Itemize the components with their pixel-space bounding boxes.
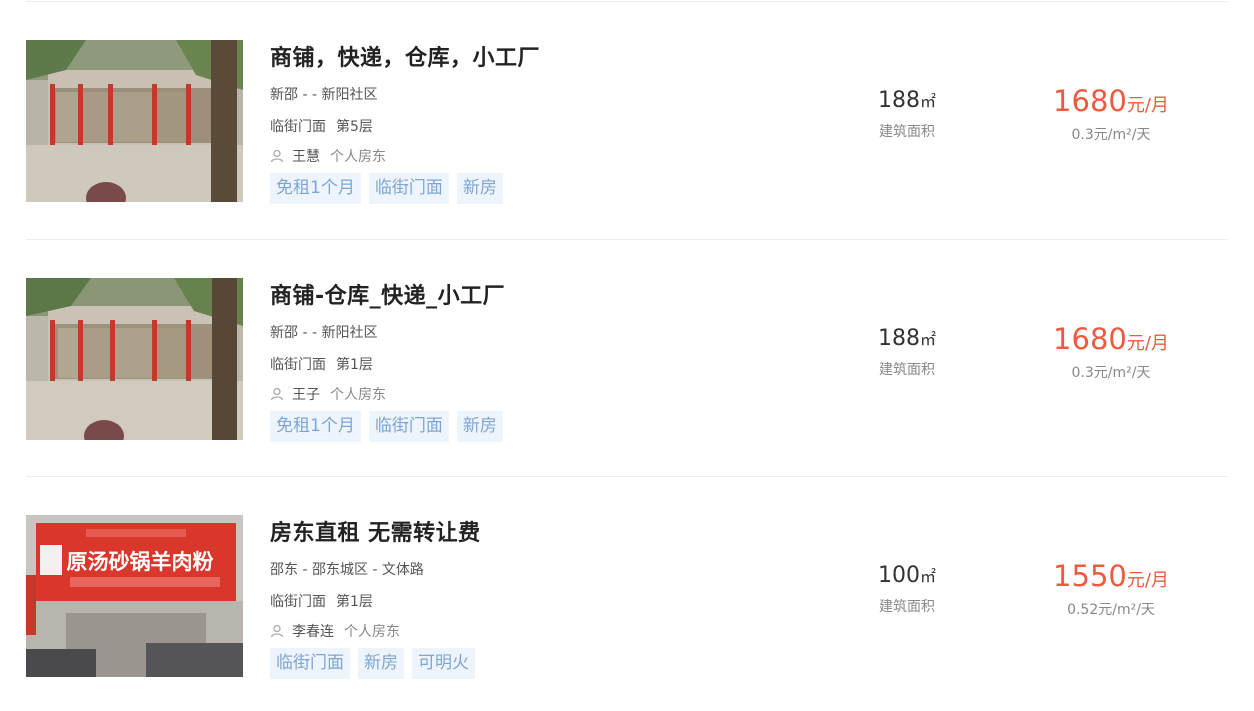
shop-type: 临街门面 (270, 357, 326, 373)
price-number: 1680 (1053, 84, 1127, 118)
listing-title[interactable]: 商铺，快递，仓库，小工厂 (270, 40, 540, 72)
listing-item[interactable]: 商铺-仓库_快递_小工厂 新邵 - - 新阳社区 临街门面 第1层 王子 个人房东… (26, 278, 1227, 442)
listing-location: 新邵 - - 新阳社区 (270, 325, 378, 341)
price-box: 1680元/月 0.3元/m²/天 (1026, 84, 1196, 144)
landlord-name: 李春连 (292, 624, 334, 640)
listing-photo[interactable] (26, 278, 243, 440)
tag: 免租1个月 (270, 173, 361, 204)
landlord-info: 李春连 个人房东 (270, 621, 400, 641)
listing-location: 新邵 - - 新阳社区 (270, 87, 378, 103)
divider (26, 476, 1227, 477)
listing-title[interactable]: 商铺-仓库_快递_小工厂 (270, 278, 505, 310)
listing-item[interactable]: 商铺，快递，仓库，小工厂 新邵 - - 新阳社区 临街门面 第5层 王慧 个人房东… (26, 40, 1227, 204)
floor: 第1层 (336, 357, 373, 373)
tag: 临街门面 (368, 411, 449, 442)
listing-title[interactable]: 房东直租 无需转让费 (270, 515, 481, 547)
area-number: 188 (877, 88, 920, 113)
area-box: 188㎡ 建筑面积 (826, 326, 988, 379)
area-number: 188 (877, 326, 920, 351)
listing-photo[interactable] (26, 40, 243, 202)
person-icon (270, 387, 284, 401)
price-unit: 元/月 (1126, 333, 1169, 354)
price-unit: 元/月 (1126, 570, 1169, 591)
listing-tags: 免租1个月 临街门面 新房 (270, 173, 503, 204)
listing-photo[interactable]: 原汤砂锅羊肉粉 (26, 515, 243, 677)
area-value: 188㎡ (826, 326, 988, 351)
landlord-name: 王慧 (292, 149, 320, 165)
divider (26, 239, 1227, 240)
area-box: 188㎡ 建筑面积 (826, 88, 988, 141)
price-box: 1550元/月 0.52元/m²/天 (1026, 559, 1196, 619)
area-label: 建筑面积 (879, 599, 935, 615)
divider (26, 1, 1227, 2)
tag: 新房 (456, 173, 503, 204)
tag: 可明火 (412, 648, 475, 679)
price-number: 1680 (1053, 322, 1127, 356)
area-number: 100 (877, 563, 920, 588)
landlord-info: 王慧 个人房东 (270, 146, 386, 166)
price-box: 1680元/月 0.3元/m²/天 (1026, 322, 1196, 382)
price-value: 1680元/月 (1026, 322, 1196, 356)
landlord-name: 王子 (292, 387, 320, 403)
area-unit: ㎡ (919, 92, 936, 111)
shop-type: 临街门面 (270, 119, 326, 135)
person-icon (270, 149, 284, 163)
area-label: 建筑面积 (879, 362, 935, 378)
listing-location: 邵东 - 邵东城区 - 文体路 (270, 562, 424, 578)
listing-list: 商铺，快递，仓库，小工厂 新邵 - - 新阳社区 临街门面 第5层 王慧 个人房东… (0, 0, 1254, 711)
area-unit: ㎡ (919, 567, 936, 586)
area-label: 建筑面积 (879, 124, 935, 140)
listing-item[interactable]: 原汤砂锅羊肉粉 房东直租 无需转让费 邵东 - 邵东城区 - 文体路 临街门面第… (26, 515, 1227, 679)
listing-floor-info: 临街门面 第1层 (270, 591, 373, 611)
price-per-unit: 0.52元/m²/天 (1067, 602, 1155, 618)
area-unit: ㎡ (919, 330, 936, 349)
price-per-unit: 0.3元/m²/天 (1071, 127, 1151, 143)
tag: 新房 (456, 411, 503, 442)
price-per-unit: 0.3元/m²/天 (1071, 365, 1151, 381)
listing-floor-info: 临街门面 第5层 (270, 116, 373, 136)
landlord-type: 个人房东 (344, 624, 400, 640)
area-value: 100㎡ (826, 563, 988, 588)
tag: 临街门面 (270, 648, 350, 679)
area-value: 188㎡ (826, 88, 988, 113)
shop-type: 临街门面 (270, 594, 326, 610)
area-box: 100㎡ 建筑面积 (826, 563, 988, 616)
listing-tags: 免租1个月 临街门面 新房 (270, 411, 503, 442)
floor: 第5层 (336, 119, 373, 135)
shop-sign-text: 原汤砂锅羊肉粉 (67, 550, 214, 574)
tag: 免租1个月 (270, 411, 361, 442)
price-number: 1550 (1053, 559, 1127, 593)
price-value: 1680元/月 (1026, 84, 1196, 118)
tag: 新房 (358, 648, 404, 679)
landlord-type: 个人房东 (330, 149, 386, 165)
listing-tags: 临街门面 新房 可明火 (270, 648, 475, 679)
landlord-info: 王子 个人房东 (270, 384, 386, 404)
floor: 第1层 (336, 594, 373, 610)
price-unit: 元/月 (1126, 95, 1169, 116)
listing-floor-info: 临街门面 第1层 (270, 354, 373, 374)
tag: 临街门面 (368, 173, 449, 204)
person-icon (270, 624, 284, 638)
price-value: 1550元/月 (1026, 559, 1196, 593)
landlord-type: 个人房东 (330, 387, 386, 403)
